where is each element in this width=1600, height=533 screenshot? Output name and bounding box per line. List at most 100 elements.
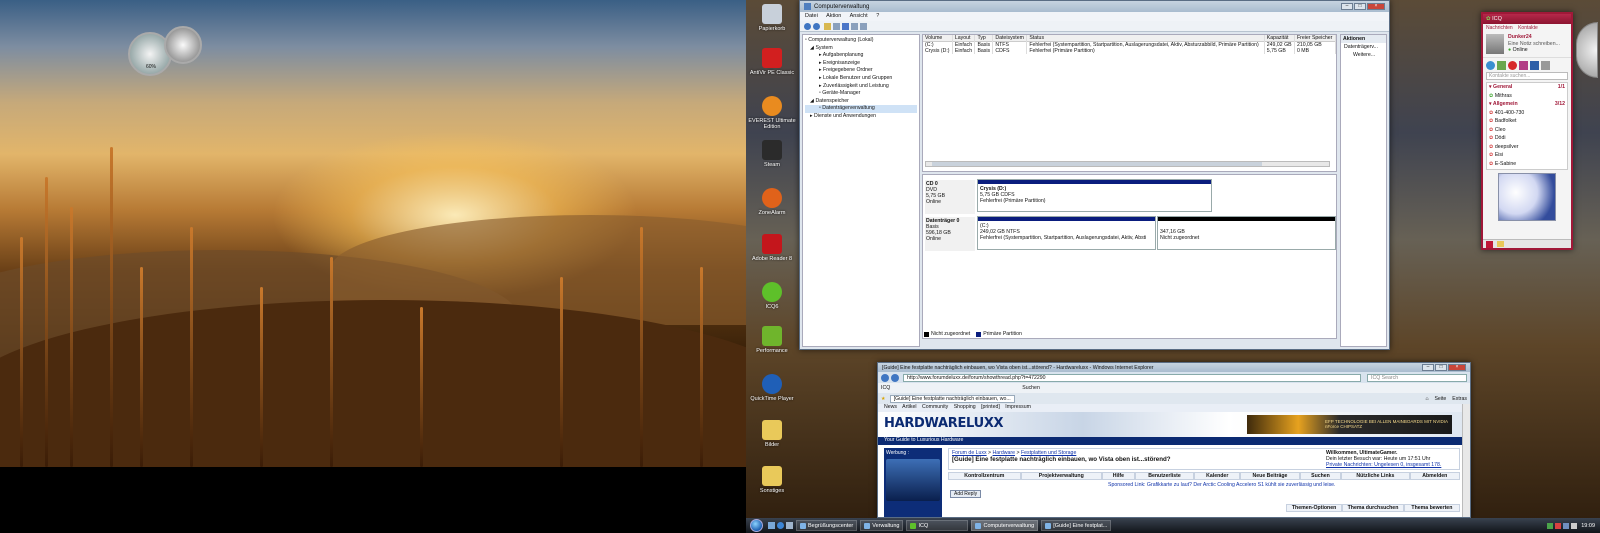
desktop-icon-folder-1[interactable]: Bilder [744,420,800,448]
close-button[interactable]: × [1448,364,1466,371]
cpu-gauge-gadget[interactable]: 60% [128,26,206,78]
desktop-icon-performance[interactable]: Performance [744,326,800,354]
back-arrow-icon[interactable] [804,22,811,30]
ie-titlebar[interactable]: [Guide] Eine festplatte nachträglich ein… [878,363,1470,372]
nav-printed[interactable]: [printed] [981,404,1000,410]
taskbar-item-icq[interactable]: ICQ [906,520,969,531]
icq-globe-icon[interactable] [1486,60,1495,70]
extras-menu[interactable]: Extras [1452,396,1467,402]
nav-community[interactable]: Community [922,404,948,410]
sponsored-link[interactable]: Sponsored Link: Grafikkarte zu laut? Der… [1108,482,1336,488]
taskbar-item-admin-tools[interactable]: Verwaltung [860,520,904,531]
tray-icon[interactable] [1547,522,1554,529]
icq-search-input[interactable]: Kontakte suchen... [1486,72,1568,80]
site-logo[interactable]: HARDWARELUXX [884,416,1004,431]
banner-ad[interactable]: EFP TECHNOLOGIE BEI ALLEN MAINBOARDS MIT… [1247,415,1452,434]
icq-tab-contacts[interactable]: Kontakte [1518,25,1538,31]
forum-nav-abmelden[interactable]: Abmelden [1409,472,1461,480]
col-dateisystem[interactable]: Dateisystem [992,35,1028,42]
list-item[interactable]: ✿ E-Sabine [1489,160,1567,169]
favorites-star-icon[interactable]: ★ [881,396,886,402]
avatar[interactable] [1486,34,1504,54]
group-header[interactable]: ▾ General 1/1 [1489,83,1567,92]
horizontal-scrollbar[interactable] [925,161,1330,167]
maximize-button[interactable]: □ [1354,3,1366,10]
forum-nav-neue-beitraege[interactable]: Neue Beiträge [1240,472,1300,480]
corsair-ad-image[interactable] [886,459,940,501]
quicklaunch-ie-icon[interactable] [777,522,784,529]
table-row[interactable]: Crysis (D:) Einfach Basis CDFS Fehlerfrei (P… [923,48,1336,54]
forum-nav-kalender[interactable]: Kalender [1194,472,1241,480]
tree-item[interactable]: ▸ Aufgabenplanung [805,52,917,60]
desktop-icon-folder-2[interactable]: Sonstiges [744,466,800,494]
cm-titlebar[interactable]: Computerverwaltung – □ × [800,1,1389,12]
nav-news[interactable]: News [884,404,897,410]
forum-nav-nuetzliche-links[interactable]: Nützliche Links [1341,472,1410,480]
help-icon[interactable] [842,22,849,30]
volume-icon[interactable] [1571,522,1578,529]
tree-item[interactable]: ▸ Zuverlässigkeit und Leistung [805,83,917,91]
thread-rate[interactable]: Thema bewerten [1403,504,1460,512]
view-icon[interactable] [860,22,867,30]
icq-grid-icon[interactable] [1519,60,1528,70]
show-tree-icon[interactable] [833,22,840,30]
list-item[interactable]: ✿ 401-400-730 [1489,109,1567,118]
desktop-icon-zonealarm[interactable]: ZoneAlarm [744,188,800,216]
taskbar-item-welcome-center[interactable]: Begrüßungscenter [796,520,858,531]
forum-nav-projektverwaltung[interactable]: Projektverwaltung [1020,472,1102,480]
tree-item[interactable]: ▸ Lokale Benutzer und Gruppen [805,75,917,83]
tree-item[interactable]: ▸ Ereignisanzeige [805,60,917,68]
toolbar-search-button[interactable]: Suchen [1022,385,1040,391]
disk0-unallocated[interactable]: 347,16 GB Nicht zugeordnet [1157,216,1336,250]
icq-ad-banner[interactable] [1498,173,1556,221]
address-input[interactable]: http://www.forumdeluxx.de/forum/showthre… [903,373,1361,382]
list-item[interactable]: ✿ Eisi [1489,151,1567,160]
add-reply-button[interactable]: Add Reply [950,490,982,498]
icq-alert-icon[interactable] [1508,60,1517,70]
tree-item[interactable]: ▸ Dienste und Anwendungen [805,113,917,121]
icq-menu-icon[interactable] [1486,240,1493,248]
tray-icon[interactable] [1563,522,1570,529]
minimize-button[interactable]: – [1422,364,1434,371]
action-datentraeger[interactable]: Datenträgerv... [1341,43,1386,51]
maximize-button[interactable]: □ [1435,364,1447,371]
taskbar-item-computer-management[interactable]: Computerverwaltung [971,520,1039,531]
list-item[interactable]: ✿ Dödi [1489,134,1567,143]
tree-item[interactable]: ◢ System [805,45,917,53]
taskbar-item-ie[interactable]: [Guide] Eine festplat... [1041,520,1112,531]
desktop-icon-icq6[interactable]: ICQ6 [744,282,800,310]
action-weitere[interactable]: Weitere... [1341,51,1386,59]
desktop-icon-everest[interactable]: EVEREST Ultimate Edition [744,96,800,130]
forum-nav-suchen[interactable]: Suchen [1299,472,1342,480]
icq-status-message[interactable]: Eine Notiz schreiben... [1508,41,1560,47]
tree-item-selected[interactable]: ▫ Datenträgerverwaltung [805,105,917,113]
properties-icon[interactable] [851,22,858,30]
nav-impressum[interactable]: Impressum [1005,404,1031,410]
nav-artikel[interactable]: Artikel [902,404,916,410]
icq-toolbar-button[interactable]: ICQ [881,385,890,391]
tree-item[interactable]: ▸ Freigegebene Ordner [805,67,917,75]
clock[interactable]: 19:09 [1581,523,1595,529]
list-item[interactable]: ✿ Badfolket [1489,117,1567,126]
private-messages-link[interactable]: Private Nachrichten: Ungelesen 0, insges… [1326,462,1441,468]
thread-options[interactable]: Themen-Optionen [1286,504,1343,512]
start-button[interactable] [750,519,763,532]
list-item[interactable]: ✿ deepsilver [1489,143,1567,152]
group-header[interactable]: ▾ Allgemein 3/12 [1489,100,1567,109]
cd0-label-box[interactable]: CD 0 DVD 5,75 GB Online [925,180,975,214]
home-icon[interactable]: ⌂ [1425,396,1428,402]
desktop-icon-antivir[interactable]: AntiVir PE Classic [744,48,800,76]
ie-search-input[interactable]: ICQ Search [1367,373,1467,382]
tree-item[interactable]: ▫ Computerverwaltung (Lokal) [805,37,917,45]
tree-item[interactable]: ▫ Geräte-Manager [805,90,917,98]
seite-menu[interactable]: Seite [1434,396,1446,402]
quicklaunch-desktop-icon[interactable] [768,522,775,529]
menu-datei[interactable]: Datei [805,13,818,19]
icq-online-status[interactable]: Online [1513,47,1528,53]
tree-item[interactable]: ◢ Datenspeicher [805,98,917,106]
menu-ansicht[interactable]: Ansicht [850,13,868,19]
nav-shopping[interactable]: Shopping [954,404,976,410]
col-freier-speicher[interactable]: Freier Speicher [1294,35,1336,42]
disk0-label-box[interactable]: Datenträger 0 Basis 596,18 GB Online [925,217,975,251]
list-item[interactable]: ✿ Mithras [1489,92,1567,101]
